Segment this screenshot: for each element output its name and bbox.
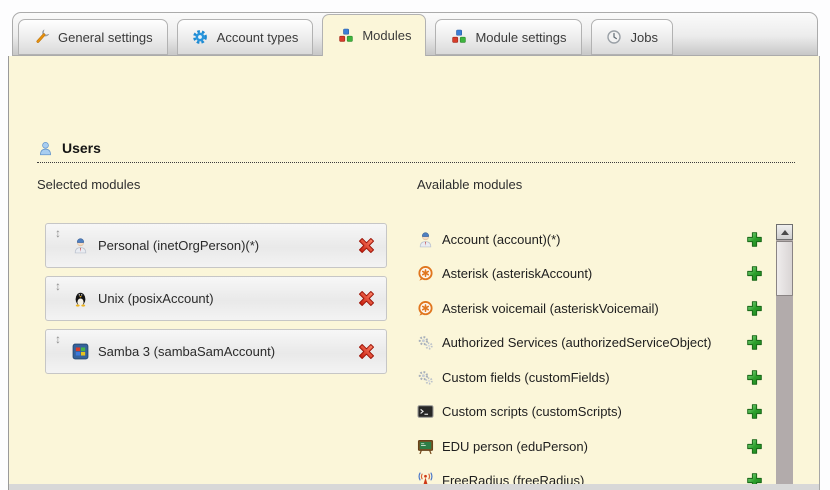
available-modules-scrollbar[interactable] xyxy=(776,224,793,490)
remove-module-button[interactable] xyxy=(357,289,376,308)
module-selection-page: General settings Account types Modules Modu… xyxy=(0,0,830,490)
windows-icon xyxy=(72,343,89,360)
selected-module-label: Samba 3 (sambaSamAccount) xyxy=(98,344,357,359)
person-icon xyxy=(72,237,89,254)
wrench-icon xyxy=(33,29,50,46)
terminal-icon xyxy=(417,403,434,420)
available-modules-heading: Available modules xyxy=(417,177,522,192)
selected-module-personal[interactable]: ↕ Personal (inetOrgPerson)(*) xyxy=(45,223,387,268)
tab-label: General settings xyxy=(58,30,153,45)
available-module-label: Account (account)(*) xyxy=(442,232,561,247)
asterisk-icon xyxy=(417,300,434,317)
gears-icon xyxy=(417,334,434,351)
selected-module-samba[interactable]: ↕ Samba 3 (sambaSamAccount) xyxy=(45,329,387,374)
selected-module-unix[interactable]: ↕ Unix (posixAccount) xyxy=(45,276,387,321)
available-module-row: Asterisk voicemail (asteriskVoicemail) xyxy=(417,291,763,326)
available-module-row: Authorized Services (authorizedServiceOb… xyxy=(417,326,763,361)
drag-handle-icon[interactable]: ↕ xyxy=(55,280,61,292)
add-module-button[interactable] xyxy=(746,403,763,420)
asterisk-icon xyxy=(417,265,434,282)
tab-general-settings[interactable]: General settings xyxy=(18,19,168,55)
tab-jobs[interactable]: Jobs xyxy=(591,19,673,55)
add-module-button[interactable] xyxy=(746,334,763,351)
add-module-button[interactable] xyxy=(746,438,763,455)
person-icon xyxy=(417,231,434,248)
tab-account-types[interactable]: Account types xyxy=(177,19,314,55)
available-module-label: Custom scripts (customScripts) xyxy=(442,404,622,419)
gears-icon xyxy=(417,369,434,386)
available-module-label: EDU person (eduPerson) xyxy=(442,439,588,454)
add-module-button[interactable] xyxy=(746,231,763,248)
tab-label: Modules xyxy=(362,28,411,43)
available-modules-list: Account (account)(*) Asterisk (asteriskAc… xyxy=(417,222,763,490)
clock-icon xyxy=(606,29,623,45)
drag-handle-icon[interactable]: ↕ xyxy=(55,227,61,239)
tab-modules[interactable]: Modules xyxy=(322,14,426,56)
tab-label: Account types xyxy=(217,30,299,45)
available-module-label: Asterisk (asteriskAccount) xyxy=(442,266,592,281)
tab-label: Jobs xyxy=(631,30,658,45)
selected-module-label: Personal (inetOrgPerson)(*) xyxy=(98,238,357,253)
chalkboard-icon xyxy=(417,438,434,455)
available-module-row: EDU person (eduPerson) xyxy=(417,429,763,464)
tux-icon xyxy=(72,290,89,307)
selected-modules-list: ↕ Personal (inetOrgPerson)(*) ↕ Unix (posix… xyxy=(45,223,387,382)
modules-icon xyxy=(337,28,354,44)
scrollbar-thumb[interactable] xyxy=(776,241,793,296)
selected-modules-heading: Selected modules xyxy=(37,177,140,192)
users-icon xyxy=(37,141,54,156)
available-module-row: Custom scripts (customScripts) xyxy=(417,395,763,430)
scroll-up-button[interactable] xyxy=(776,224,793,240)
section-title: Users xyxy=(62,140,101,156)
content-panel: Users Selected modules Available modules… xyxy=(8,56,820,484)
modules-icon xyxy=(450,29,467,45)
available-module-label: Asterisk voicemail (asteriskVoicemail) xyxy=(442,301,659,316)
gear-icon xyxy=(192,29,209,45)
section-header: Users xyxy=(37,140,795,163)
tab-module-settings[interactable]: Module settings xyxy=(435,19,581,55)
available-module-label: Custom fields (customFields) xyxy=(442,370,610,385)
triangle-up-icon xyxy=(781,230,789,235)
panel-bottom-strip xyxy=(8,484,820,490)
add-module-button[interactable] xyxy=(746,265,763,282)
remove-module-button[interactable] xyxy=(357,236,376,255)
remove-module-button[interactable] xyxy=(357,342,376,361)
drag-handle-icon[interactable]: ↕ xyxy=(55,333,61,345)
add-module-button[interactable] xyxy=(746,369,763,386)
selected-module-label: Unix (posixAccount) xyxy=(98,291,357,306)
available-module-row: Custom fields (customFields) xyxy=(417,360,763,395)
tab-bar: General settings Account types Modules Modu… xyxy=(12,12,818,56)
available-module-row: Account (account)(*) xyxy=(417,222,763,257)
available-module-label: Authorized Services (authorizedServiceOb… xyxy=(442,335,712,350)
tab-label: Module settings xyxy=(475,30,566,45)
available-module-row: Asterisk (asteriskAccount) xyxy=(417,257,763,292)
add-module-button[interactable] xyxy=(746,300,763,317)
